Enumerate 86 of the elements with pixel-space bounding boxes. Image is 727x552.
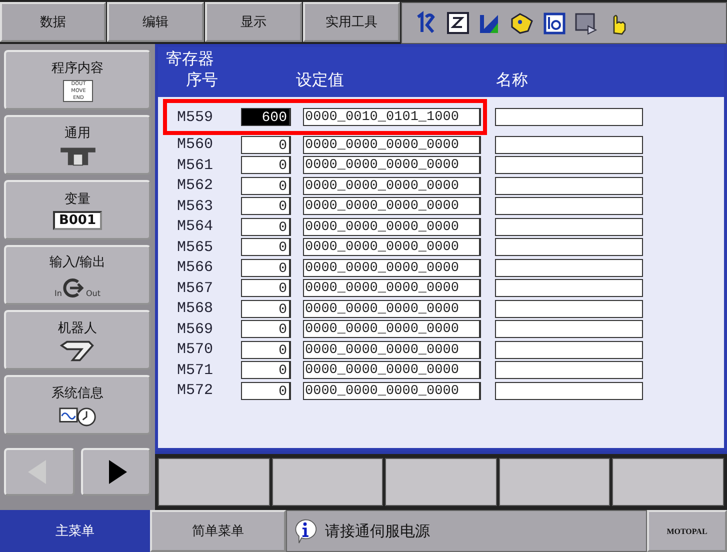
value-field[interactable]: 0 [241, 279, 291, 298]
value-field[interactable]: 0 [241, 320, 291, 338]
sidebar-button[interactable]: 输入/输出 In Out [4, 245, 151, 305]
function-key[interactable] [272, 458, 384, 506]
setting-field[interactable]: 0000_0000_0000_0000 [303, 361, 481, 380]
value-field[interactable]: 0 [241, 136, 291, 154]
value-field[interactable]: 0 [241, 176, 291, 195]
register-number: M560 [176, 136, 214, 154]
name-heading: 名称 [496, 69, 528, 91]
setting-field[interactable]: 0000_0000_0000_0000 [303, 320, 481, 338]
function-key[interactable] [385, 458, 497, 506]
setting-field[interactable]: 0000_0000_0000_0000 [303, 176, 481, 195]
setting-field[interactable]: 0000_0000_0000_0000 [303, 197, 481, 216]
name-field[interactable] [495, 340, 643, 359]
setting-field[interactable]: 0000_0000_0000_0000 [303, 382, 481, 400]
menu-button[interactable]: 数据 [0, 2, 106, 42]
setting-field[interactable]: 0000_0000_0000_0000 [303, 136, 481, 154]
setting-field[interactable]: 0000_0000_0000_0000 [303, 340, 481, 359]
setting-heading: 设定值 [296, 69, 345, 91]
name-field[interactable] [495, 382, 643, 400]
menu-button[interactable]: 显示 [205, 2, 302, 42]
value-field[interactable]: 0 [241, 340, 291, 359]
register-number: M563 [176, 198, 214, 215]
menu-button[interactable]: 编辑 [107, 2, 204, 42]
variable-box: B001 [52, 211, 102, 230]
sidebar-button[interactable]: 系统信息 [4, 375, 151, 435]
page-button[interactable] [80, 448, 151, 496]
brand-label: MOTOPAL [666, 526, 708, 536]
main-menu-button[interactable]: 主菜单 [0, 510, 150, 552]
wave-clock-icon [58, 404, 96, 426]
setting-field[interactable]: 0000_0000_0000_0000 [303, 279, 481, 298]
panel-icon[interactable] [542, 11, 566, 35]
name-field[interactable] [495, 197, 643, 216]
number-heading: 序号 [186, 69, 219, 91]
register-number: M572 [176, 382, 214, 400]
register-number: M564 [176, 218, 214, 236]
setting-field[interactable]: 0000_0000_0000_0000 [303, 156, 481, 174]
name-field[interactable] [495, 300, 643, 318]
setting-field[interactable]: 0000_0000_0000_0000 [303, 300, 481, 318]
name-field[interactable] [495, 218, 643, 236]
value-field[interactable]: 0 [241, 361, 291, 380]
name-field[interactable] [495, 238, 643, 256]
panel-title: 寄存器 [166, 49, 215, 69]
menu-button[interactable]: 实用工具 [303, 2, 400, 42]
function-key[interactable] [158, 458, 270, 506]
name-field[interactable] [495, 320, 643, 338]
simple-menu-button[interactable]: 简单菜单 [150, 510, 286, 552]
register-number: M569 [176, 320, 214, 338]
register-number: M568 [176, 300, 214, 318]
sidebar-button[interactable]: 机器人 [4, 310, 151, 370]
register-number: M565 [176, 238, 214, 256]
robot-arm-icon [58, 340, 96, 362]
function-key[interactable] [498, 458, 610, 506]
setting-field[interactable]: 0000_0000_0000_0000 [303, 238, 481, 256]
value-field[interactable]: 0 [241, 258, 291, 277]
info-icon [293, 517, 317, 545]
setting-field[interactable]: 0000_0000_0000_0000 [303, 258, 481, 277]
name-field[interactable] [495, 176, 643, 195]
value-field[interactable]: 0 [241, 238, 291, 256]
register-number: M567 [176, 280, 214, 297]
value-field[interactable]: 0 [241, 218, 291, 236]
status-message: 请接通伺服电源 [325, 522, 430, 540]
register-number: M562 [176, 177, 214, 194]
frame-icon[interactable] [446, 11, 470, 35]
register-number: M571 [176, 362, 214, 379]
window-arrow-icon[interactable] [574, 11, 598, 35]
value-field[interactable]: 0 [241, 382, 291, 400]
register-number: M570 [176, 341, 214, 358]
register-number: M559 [176, 108, 214, 126]
name-field[interactable] [495, 279, 643, 298]
function-key[interactable] [612, 458, 724, 506]
value-field[interactable]: 0 [241, 156, 291, 174]
name-field[interactable] [495, 361, 643, 380]
register-number: M561 [176, 156, 214, 174]
name-field[interactable] [495, 108, 643, 126]
register-number: M566 [176, 259, 214, 276]
value-field[interactable]: 0 [241, 197, 291, 216]
value-field[interactable]: 600 [241, 108, 291, 126]
name-field[interactable] [495, 136, 643, 154]
value-field[interactable]: 0 [241, 300, 291, 318]
name-field[interactable] [495, 156, 643, 174]
sidebar-button[interactable]: 通用 [4, 115, 151, 175]
sidebar-button[interactable]: 变量 B001 [4, 180, 151, 240]
name-field[interactable] [495, 258, 643, 277]
setting-field[interactable]: 0000_0010_0101_1000 [303, 108, 481, 126]
setting-field[interactable]: 0000_0000_0000_0000 [303, 218, 481, 236]
